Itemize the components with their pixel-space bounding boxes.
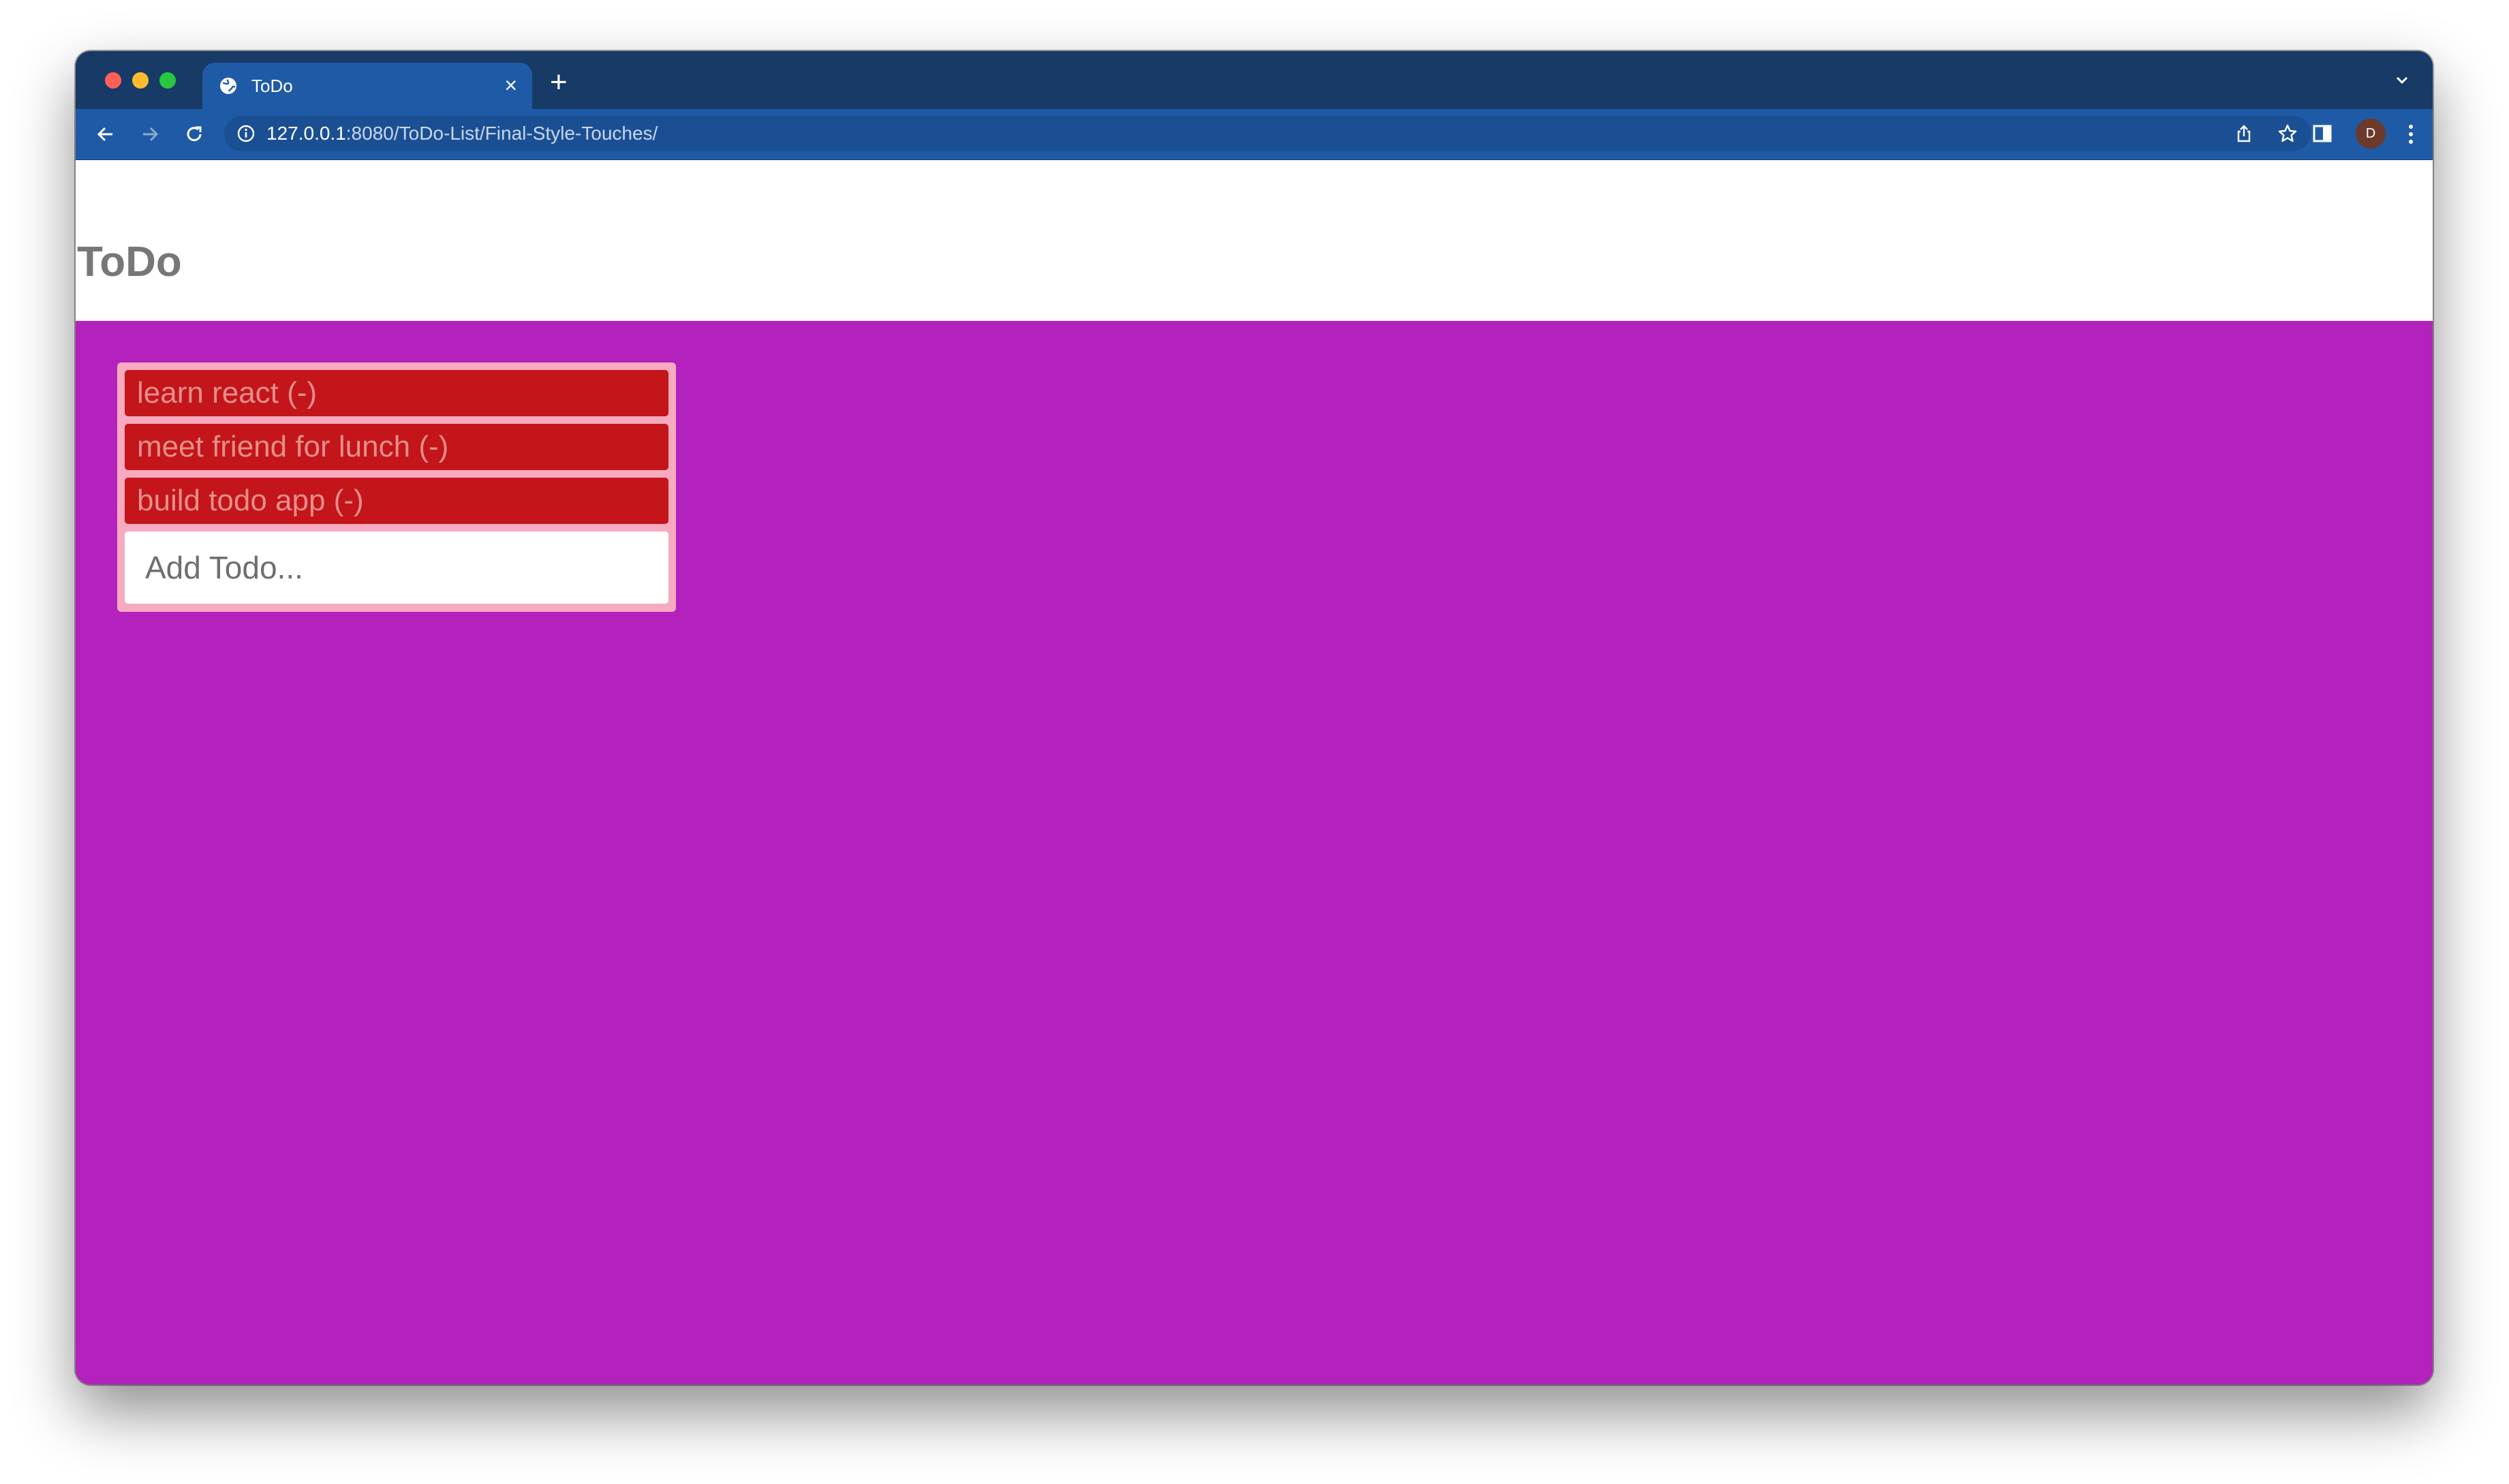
tab-close-icon[interactable]: × (504, 74, 517, 97)
todo-item[interactable]: learn react (-) (125, 370, 668, 416)
minimize-window-button[interactable] (132, 72, 149, 89)
url-host: 127.0.0.1 (266, 123, 346, 144)
browser-window: ToDo × + 127.0.0.1:8080/ToDo-List/Final-… (76, 51, 2433, 1385)
tab-todo[interactable]: ToDo × (202, 63, 532, 109)
tab-title: ToDo (251, 76, 293, 96)
arrow-left-icon[interactable] (93, 122, 118, 146)
todo-item[interactable]: meet friend for lunch (-) (125, 424, 668, 470)
globe-icon (220, 78, 236, 94)
star-icon[interactable] (2277, 123, 2298, 144)
add-todo-input[interactable] (125, 531, 668, 604)
screen: ToDo × + 127.0.0.1:8080/ToDo-List/Final-… (0, 0, 2509, 1484)
url-text[interactable]: 127.0.0.1:8080/ToDo-List/Final-Style-Tou… (266, 123, 658, 144)
side-panel-icon[interactable] (2311, 122, 2334, 145)
todo-item[interactable]: build todo app (-) (125, 478, 668, 524)
share-icon[interactable] (2233, 123, 2255, 144)
kebab-menu-icon[interactable] (2401, 122, 2421, 146)
address-bar[interactable]: 127.0.0.1:8080/ToDo-List/Final-Style-Tou… (224, 116, 2311, 151)
app-header: ToDo (76, 160, 2433, 321)
new-tab-button[interactable]: + (550, 67, 568, 97)
profile-avatar[interactable]: D (2356, 119, 2386, 149)
tab-strip: ToDo × + (76, 51, 2433, 109)
chevron-down-icon[interactable] (2392, 70, 2412, 91)
maximize-window-button[interactable] (159, 72, 176, 89)
browser-toolbar: 127.0.0.1:8080/ToDo-List/Final-Style-Tou… (76, 109, 2433, 161)
arrow-right-icon[interactable] (138, 122, 162, 146)
page-title: ToDo (77, 238, 182, 285)
info-icon[interactable] (236, 124, 256, 143)
close-window-button[interactable] (105, 72, 121, 89)
url-path: :8080/ToDo-List/Final-Style-Touches/ (345, 123, 658, 144)
page-content: ToDo learn react (-) meet friend for lun… (76, 160, 2433, 1385)
reload-icon[interactable] (182, 122, 206, 146)
todo-list: learn react (-) meet friend for lunch (-… (117, 362, 676, 612)
